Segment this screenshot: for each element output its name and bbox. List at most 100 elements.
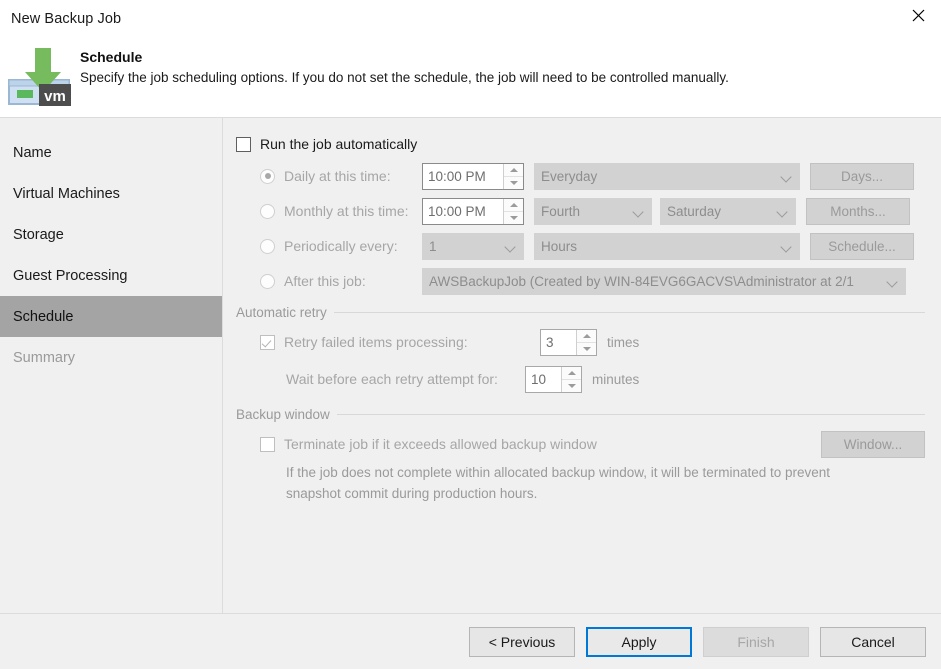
retry-times-value: 3 <box>541 330 576 355</box>
terminate-job-label: Terminate job if it exceeds allowed back… <box>284 436 597 452</box>
periodically-interval-value: 1 <box>429 239 437 254</box>
after-job-radio[interactable] <box>260 274 275 289</box>
monthly-weekday-value: Saturday <box>667 204 721 219</box>
monthly-time-spinner[interactable]: 10:00 PM <box>422 198 524 225</box>
periodically-unit-dropdown[interactable]: Hours <box>534 233 800 260</box>
monthly-label: Monthly at this time: <box>284 203 409 219</box>
monthly-ordinal-dropdown[interactable]: Fourth <box>534 198 652 225</box>
section-divider <box>334 312 925 313</box>
cancel-button[interactable]: Cancel <box>820 627 926 657</box>
sidebar-item-schedule[interactable]: Schedule <box>0 296 222 337</box>
monthly-time-value: 10:00 PM <box>423 199 503 224</box>
periodically-radio[interactable] <box>260 239 275 254</box>
spinner-down-button[interactable] <box>562 380 581 392</box>
after-job-dropdown[interactable]: AWSBackupJob (Created by WIN-84EVG6GACVS… <box>422 268 906 295</box>
chevron-up-icon <box>510 203 518 207</box>
monthly-option-row: Monthly at this time: 10:00 PM Fourth <box>236 197 925 225</box>
window-button-label: Window... <box>844 437 903 452</box>
schedule-button[interactable]: Schedule... <box>810 233 914 260</box>
retry-wait-unit: minutes <box>592 372 639 387</box>
chevron-up-icon <box>510 168 518 172</box>
schedule-button-label: Schedule... <box>828 239 896 254</box>
chevron-down-icon <box>506 243 515 249</box>
sidebar-item-label: Virtual Machines <box>13 186 120 202</box>
retry-times-spin-buttons[interactable] <box>576 330 596 355</box>
periodically-label: Periodically every: <box>284 238 398 254</box>
sidebar-item-guest-processing[interactable]: Guest Processing <box>0 255 222 296</box>
retry-wait-spin-buttons[interactable] <box>561 367 581 392</box>
spinner-up-button[interactable] <box>562 367 581 380</box>
automatic-retry-section-header: Automatic retry <box>236 305 925 320</box>
months-button[interactable]: Months... <box>806 198 910 225</box>
monthly-radio[interactable] <box>260 204 275 219</box>
monthly-weekday-dropdown[interactable]: Saturday <box>660 198 796 225</box>
after-job-label: After this job: <box>284 273 366 289</box>
chevron-up-icon <box>583 334 591 338</box>
periodically-unit-value: Hours <box>541 239 577 254</box>
daily-radio[interactable] <box>260 169 275 184</box>
apply-button-label: Apply <box>621 634 656 650</box>
automatic-retry-label: Automatic retry <box>236 305 334 320</box>
days-button-label: Days... <box>841 169 883 184</box>
retry-wait-value: 10 <box>526 367 561 392</box>
backup-window-description: If the job does not complete within allo… <box>236 462 886 504</box>
window-title: New Backup Job <box>0 11 121 27</box>
sidebar-item-summary[interactable]: Summary <box>0 337 222 378</box>
run-automatically-checkbox[interactable] <box>236 137 251 152</box>
previous-button[interactable]: < Previous <box>469 627 575 657</box>
close-button[interactable] <box>895 0 941 31</box>
months-button-label: Months... <box>830 204 886 219</box>
chevron-down-icon <box>778 208 787 214</box>
vm-backup-icon: vm <box>0 42 80 110</box>
backup-window-label: Backup window <box>236 407 337 422</box>
spinner-down-button[interactable] <box>504 212 523 224</box>
terminate-job-checkbox[interactable] <box>260 437 275 452</box>
chevron-down-icon <box>782 173 791 179</box>
monthly-ordinal-value: Fourth <box>541 204 580 219</box>
cancel-button-label: Cancel <box>851 634 895 650</box>
retry-failed-items-row: Retry failed items processing: 3 times <box>236 328 925 356</box>
title-bar: New Backup Job <box>0 0 941 38</box>
terminate-job-row: Terminate job if it exceeds allowed back… <box>236 430 925 458</box>
run-automatically-label: Run the job automatically <box>260 136 417 152</box>
after-job-value: AWSBackupJob (Created by WIN-84EVG6GACVS… <box>429 274 854 289</box>
spinner-down-button[interactable] <box>504 177 523 189</box>
sidebar-item-label: Guest Processing <box>13 268 127 284</box>
spinner-down-button[interactable] <box>577 343 596 355</box>
sidebar-item-virtual-machines[interactable]: Virtual Machines <box>0 173 222 214</box>
sidebar-item-name[interactable]: Name <box>0 132 222 173</box>
window-button[interactable]: Window... <box>821 431 925 458</box>
sidebar-item-storage[interactable]: Storage <box>0 214 222 255</box>
spinner-up-button[interactable] <box>504 199 523 212</box>
dialog-footer: < Previous Apply Finish Cancel <box>0 613 941 669</box>
daily-option-row: Daily at this time: 10:00 PM Everyday <box>236 162 925 190</box>
chevron-down-icon <box>634 208 643 214</box>
section-divider <box>337 414 925 415</box>
daily-time-spin-buttons[interactable] <box>503 164 523 189</box>
retry-failed-items-checkbox[interactable] <box>260 335 275 350</box>
daily-days-dropdown[interactable]: Everyday <box>534 163 800 190</box>
sidebar-item-label: Storage <box>13 227 64 243</box>
apply-button[interactable]: Apply <box>586 627 692 657</box>
daily-time-spinner[interactable]: 10:00 PM <box>422 163 524 190</box>
sidebar-item-label: Schedule <box>13 309 73 325</box>
wizard-sidebar: Name Virtual Machines Storage Guest Proc… <box>0 118 223 613</box>
new-backup-job-dialog: New Backup Job vm Schedule <box>0 0 941 669</box>
retry-times-unit: times <box>607 335 639 350</box>
spinner-up-button[interactable] <box>504 164 523 177</box>
schedule-panel: Run the job automatically Daily at this … <box>223 118 941 613</box>
monthly-time-spin-buttons[interactable] <box>503 199 523 224</box>
retry-wait-spinner[interactable]: 10 <box>525 366 582 393</box>
spinner-up-button[interactable] <box>577 330 596 343</box>
run-automatically-row[interactable]: Run the job automatically <box>236 136 925 152</box>
periodically-interval-dropdown[interactable]: 1 <box>422 233 524 260</box>
chevron-down-icon <box>510 181 518 185</box>
chevron-down-icon <box>782 243 791 249</box>
days-button[interactable]: Days... <box>810 163 914 190</box>
sidebar-item-label: Name <box>13 145 52 161</box>
chevron-down-icon <box>888 278 897 284</box>
chevron-down-icon <box>583 347 591 351</box>
retry-times-spinner[interactable]: 3 <box>540 329 597 356</box>
finish-button-label: Finish <box>737 634 774 650</box>
chevron-down-icon <box>568 384 576 388</box>
